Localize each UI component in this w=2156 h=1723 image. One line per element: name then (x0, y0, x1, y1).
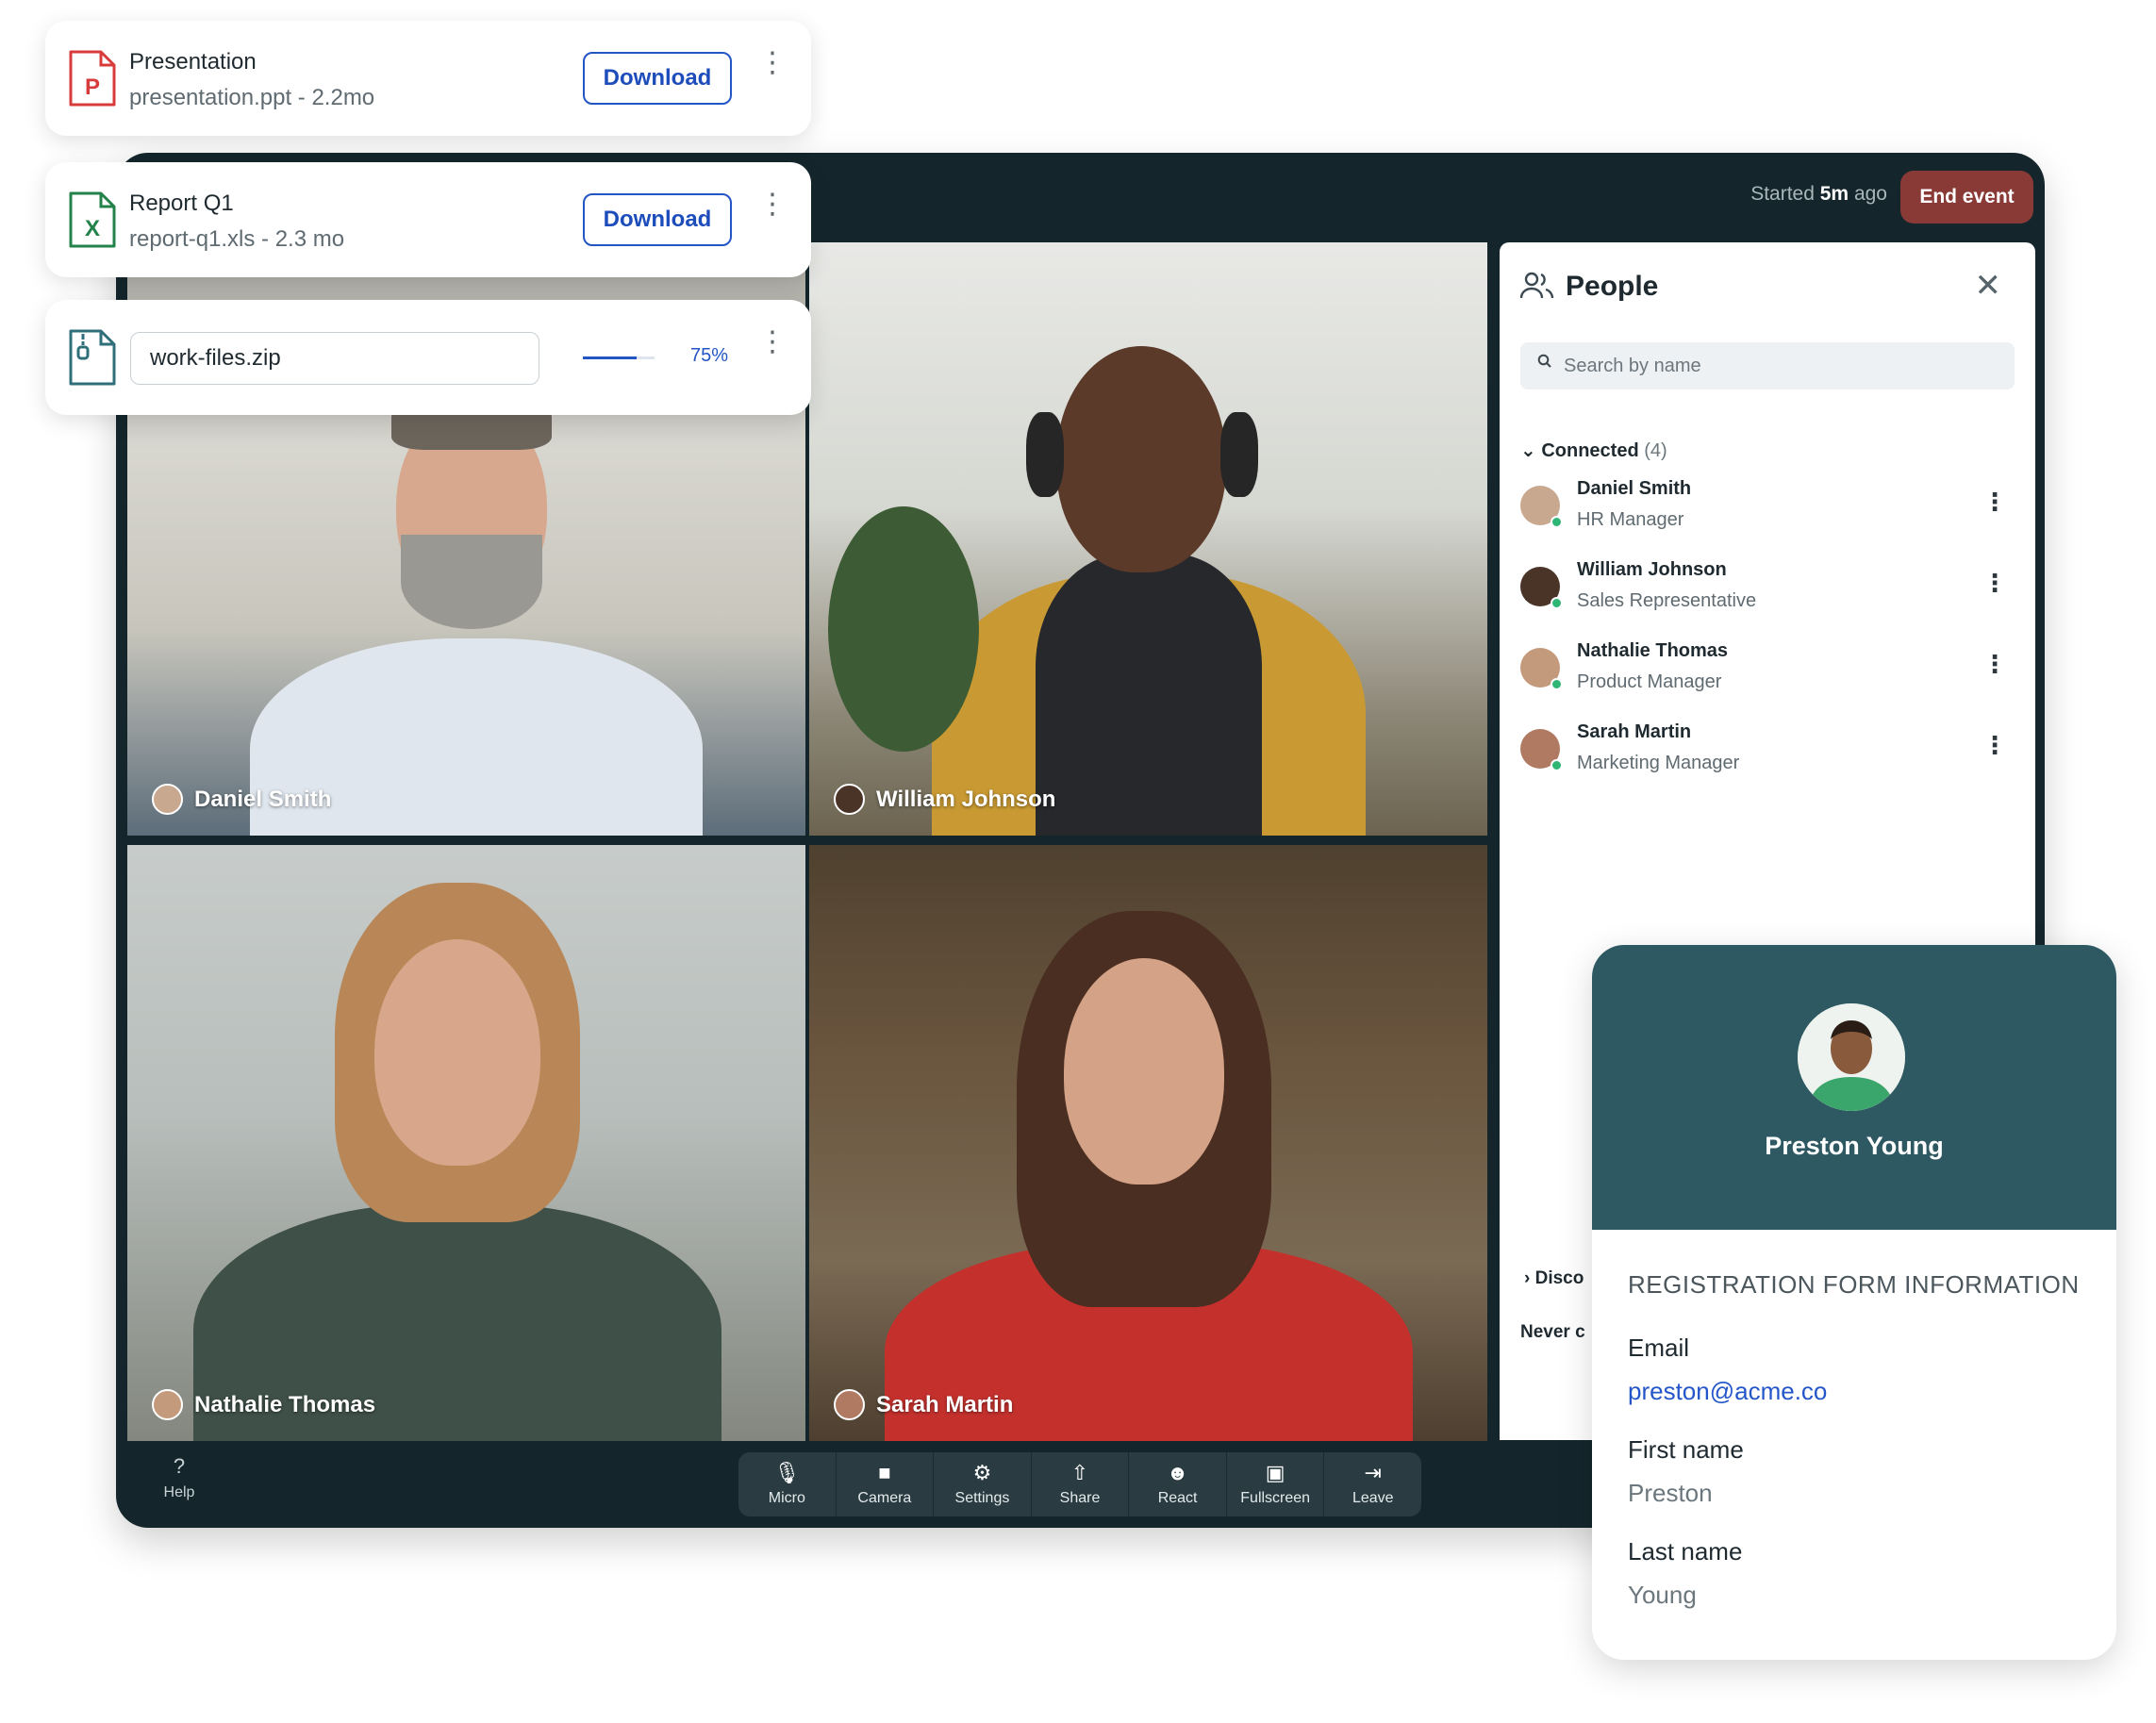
last-name-label: Last name (1628, 1537, 1743, 1566)
microphone-icon: 🎙 (773, 1461, 801, 1484)
settings-button[interactable]: ⚙ Settings (934, 1452, 1032, 1516)
share-button[interactable]: ⇧ Share (1032, 1452, 1130, 1516)
gear-icon: ⚙ (972, 1461, 992, 1484)
chevron-down-icon: ⌄ (1520, 440, 1542, 461)
camera-button[interactable]: ■ Camera (837, 1452, 935, 1516)
disconnected-section-toggle[interactable]: › Disco (1524, 1268, 1584, 1289)
video-tile-sarah-martin[interactable]: Sarah Martin (809, 845, 1487, 1441)
profile-card: Preston Young REGISTRATION FORM INFORMAT… (1592, 945, 2116, 1660)
ppt-file-icon: P (69, 50, 116, 107)
tile-name-label: William Johnson (834, 784, 1055, 815)
search-input[interactable] (1520, 342, 2015, 389)
status-online-indicator (1551, 516, 1563, 528)
profile-header: Preston Young (1592, 945, 2116, 1230)
end-event-button[interactable]: End event (1900, 171, 2033, 224)
avatar (834, 784, 865, 815)
connected-section-toggle[interactable]: ⌄ Connected (4) (1520, 439, 1667, 462)
list-item[interactable]: Daniel Smith HR Manager ⋮ (1520, 478, 2015, 544)
email-label: Email (1628, 1334, 1690, 1362)
more-options-icon[interactable]: ⋮ (1982, 731, 2007, 760)
tile-name-label: Nathalie Thomas (152, 1389, 375, 1420)
video-tile-nathalie-thomas[interactable]: Nathalie Thomas (127, 845, 805, 1441)
fullscreen-icon: ▣ (1265, 1461, 1285, 1484)
more-options-icon[interactable]: ⋮ (758, 49, 787, 77)
download-button[interactable]: Download (583, 52, 732, 105)
avatar (1798, 1003, 1905, 1111)
last-name-value: Young (1628, 1581, 1697, 1609)
file-title: Presentation (129, 49, 257, 75)
list-item[interactable]: Nathalie Thomas Product Manager ⋮ (1520, 640, 2015, 706)
chevron-right-icon: › (1524, 1268, 1535, 1288)
file-card-report: X Report Q1 report-q1.xls - 2.3 mo Downl… (45, 162, 811, 277)
react-button[interactable]: ☻ React (1129, 1452, 1227, 1516)
list-item[interactable]: Sarah Martin Marketing Manager ⋮ (1520, 721, 2015, 787)
camera-icon: ■ (878, 1461, 891, 1484)
file-name-input[interactable] (130, 332, 539, 385)
first-name-label: First name (1628, 1435, 1744, 1464)
search-icon (1537, 354, 1552, 373)
svg-text:P: P (85, 75, 100, 100)
more-options-icon[interactable]: ⋮ (758, 191, 787, 219)
upload-progress-label: 75% (690, 345, 729, 366)
profile-name: Preston Young (1765, 1132, 1944, 1160)
tile-name-label: Daniel Smith (152, 784, 331, 815)
status-online-indicator (1551, 678, 1563, 690)
email-link[interactable]: preston@acme.co (1628, 1377, 1827, 1406)
close-icon[interactable]: ✕ (1975, 267, 2002, 305)
list-item[interactable]: William Johnson Sales Representative ⋮ (1520, 559, 2015, 625)
download-button[interactable]: Download (583, 193, 732, 246)
micro-button[interactable]: 🎙 Micro (738, 1452, 837, 1516)
status-online-indicator (1551, 597, 1563, 609)
people-icon (1519, 271, 1554, 308)
fullscreen-button[interactable]: ▣ Fullscreen (1227, 1452, 1325, 1516)
tile-name-label: Sarah Martin (834, 1389, 1013, 1420)
started-indicator: Started 5m ago (1750, 183, 1887, 205)
leave-icon: ⇥ (1364, 1461, 1382, 1484)
avatar (152, 784, 183, 815)
help-button[interactable]: ? Help (154, 1454, 205, 1501)
control-bar: 🎙 Micro ■ Camera ⚙ Settings ⇧ Share ☻ React ▣… (738, 1452, 1421, 1516)
svg-text:X: X (85, 216, 100, 241)
panel-title: People (1566, 271, 1659, 302)
more-options-icon[interactable]: ⋮ (758, 328, 787, 356)
video-tile-william-johnson[interactable]: William Johnson (809, 242, 1487, 836)
help-icon: ? (173, 1454, 186, 1478)
xls-file-icon: X (69, 191, 116, 248)
leave-button[interactable]: ⇥ Leave (1324, 1452, 1421, 1516)
never-connected-label: Never c (1520, 1322, 1585, 1342)
avatar (834, 1389, 865, 1420)
first-name-value: Preston (1628, 1479, 1713, 1507)
file-meta: presentation.ppt - 2.2mo (129, 85, 375, 110)
avatar (152, 1389, 183, 1420)
status-online-indicator (1551, 759, 1563, 771)
section-title: REGISTRATION FORM INFORMATION (1628, 1270, 2080, 1299)
smiley-icon: ☻ (1167, 1461, 1189, 1484)
more-options-icon[interactable]: ⋮ (1982, 488, 2007, 517)
share-icon: ⇧ (1070, 1461, 1089, 1484)
upload-progress-bar (583, 356, 655, 359)
file-card-presentation: P Presentation presentation.ppt - 2.2mo … (45, 21, 811, 136)
file-title: Report Q1 (129, 191, 234, 216)
file-meta: report-q1.xls - 2.3 mo (129, 226, 345, 252)
more-options-icon[interactable]: ⋮ (1982, 650, 2007, 679)
more-options-icon[interactable]: ⋮ (1982, 569, 2007, 598)
file-card-upload: 75% ⋮ (45, 300, 811, 415)
zip-file-icon (69, 329, 116, 386)
